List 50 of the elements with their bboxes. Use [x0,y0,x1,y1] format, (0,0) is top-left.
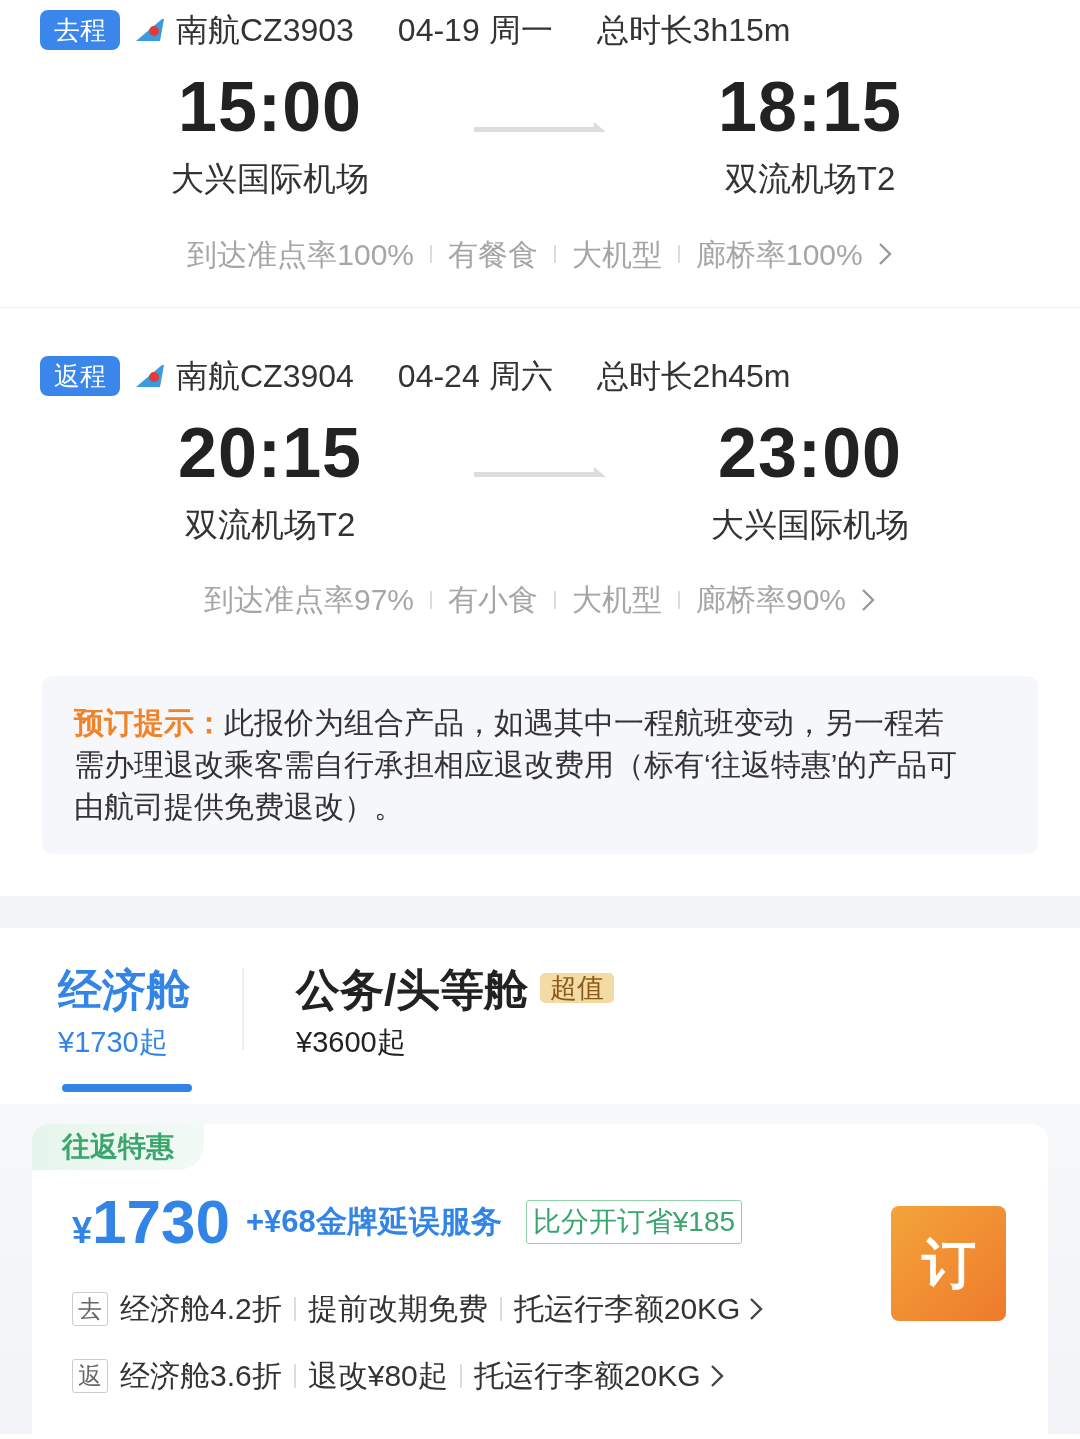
cabin-tab[interactable]: 经济舱 ¥1730起 [58,964,190,1093]
fare-rule: 退改¥80起 [307,1358,448,1395]
chevron-right-icon [708,1362,725,1389]
cabin-tab[interactable]: 公务/头等舱 $^{超值}$ ¥3600起 [296,964,615,1093]
departure-time: 20:15 [176,417,363,488]
arrival-time: 23:00 [716,417,903,488]
addon-service: +¥68金牌延误服务 [245,1203,502,1242]
flight-date: 04-19 周一 [397,11,553,50]
flight-number: 南航CZ3904 [176,356,354,396]
flight-feature: 廊桥率90% [696,582,847,618]
fare-rule: 托运行李额20KG [473,1358,701,1395]
flight-feature: 到达准点率100% [187,236,414,273]
leg-tag: 返 [72,1358,108,1393]
value-badge: 超值 [540,973,615,1003]
leg-tag: 去 [72,1291,108,1326]
airline-logo-icon [134,362,166,389]
chevron-right-icon [876,241,893,267]
total-duration: 总时长3h15m [596,11,791,50]
flight-feature: 有小食 [448,582,538,618]
flight-feature: 有餐食 [448,236,538,273]
departure-airport: 双流机场T2 [183,504,357,545]
arrow-icon [474,467,606,480]
currency-symbol: ¥ [72,1210,93,1254]
saving-tag: 比分开订省¥185 [525,1200,743,1245]
arrow-icon [474,121,606,134]
flight-number: 南航CZ3903 [176,11,354,50]
departure-time: 15:00 [176,72,363,142]
flight-feature: 廊桥率100% [696,236,863,273]
deal-tag: 往返特惠 [32,1124,204,1171]
trip-tag: 去程 [40,10,120,50]
arrival-airport: 大兴国际机场 [710,504,910,545]
airline-logo-icon [134,17,166,43]
trip-tag: 返程 [40,355,120,396]
fare-price: 1730 [92,1191,230,1254]
departure-airport: 大兴国际机场 [170,159,370,199]
total-duration: 总时长2h45m [596,356,791,396]
book-button[interactable]: 订 [891,1206,1006,1322]
chevron-right-icon [748,1295,765,1322]
flight-feature: 到达准点率97% [203,582,414,618]
fare-rule: 经济舱4.2折 [120,1291,282,1328]
fare-rule: 提前改期免费 [307,1291,488,1328]
arrival-airport: 双流机场T2 [723,159,897,199]
arrival-time: 18:15 [716,72,903,142]
chevron-right-icon [860,586,877,613]
notice-text: 预订提示：此报价为组合产品，如遇其中一程航班变动，另一程若需办理退改乘客需自行承担相应退改费用（标有‘往返特惠’的产品可由航司提供免费退改）。 [74,705,959,825]
fare-rule: 托运行李额20KG [513,1291,741,1328]
flight-feature: 大机型 [572,236,662,273]
flight-feature: 大机型 [572,582,662,618]
fare-rule: 经济舱3.6折 [120,1358,282,1395]
flight-date: 04-24 周六 [397,356,553,396]
